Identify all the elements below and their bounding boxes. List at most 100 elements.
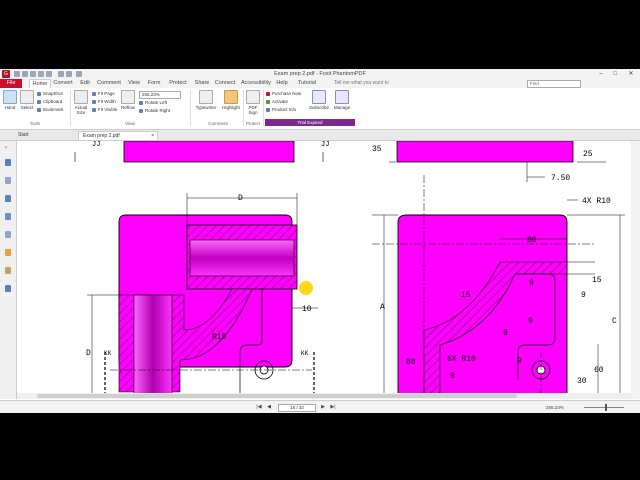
info-icon xyxy=(266,107,270,112)
snapshot-label: SnapShot xyxy=(43,91,63,96)
group-comment-label: Comment xyxy=(208,121,228,126)
engineering-drawing: JJ JJ 35 25 7.50 D D 10 R15 KK KK 4X R10… xyxy=(74,141,625,396)
fit-page-label: Fit Page xyxy=(98,91,115,96)
label-kk-right: KK xyxy=(301,350,309,357)
tab-accessibility[interactable]: Accessibility xyxy=(240,79,272,88)
tab-start[interactable]: Start xyxy=(14,131,78,139)
bookmark-label: Bookmark xyxy=(43,107,64,112)
fit-visible-label: Fit Visible xyxy=(98,107,118,112)
group-protect-label: Protect xyxy=(245,121,261,126)
page-number-input[interactable]: 18 / 32 xyxy=(278,404,316,412)
collapse-icon[interactable]: › xyxy=(5,145,11,152)
reflow-label: Reflow xyxy=(121,105,135,110)
signature-icon[interactable] xyxy=(5,285,11,292)
actual-size-button[interactable]: Actual Size xyxy=(73,90,89,115)
tab-exam-prep[interactable]: Exam prep 2.pdf × xyxy=(78,131,158,140)
hand-tool-button[interactable]: Hand xyxy=(2,90,18,110)
dim-9-f: 9 xyxy=(450,372,455,381)
cart-icon xyxy=(266,91,270,96)
tab-connect[interactable]: Connect xyxy=(214,79,236,88)
zoom-slider[interactable] xyxy=(584,407,624,408)
maximize-button[interactable]: □ xyxy=(608,70,622,78)
bookmark-icon xyxy=(37,107,41,112)
product-info-label: Product Info xyxy=(272,107,297,112)
tab-share[interactable]: Share xyxy=(193,79,211,88)
lock-icon[interactable] xyxy=(5,267,11,274)
ribbon-divider xyxy=(263,90,264,126)
next-page-button[interactable]: ▶ xyxy=(320,404,326,411)
minimize-button[interactable]: – xyxy=(594,70,608,78)
tab-form[interactable]: Form xyxy=(146,79,162,88)
dim-25: 25 xyxy=(583,150,593,159)
pen-icon xyxy=(246,90,260,104)
comments-icon[interactable] xyxy=(5,213,11,220)
rotate-right-button[interactable]: Rotate Right xyxy=(139,108,170,113)
layers-icon[interactable] xyxy=(5,195,11,202)
note-4x-r10: 4X R10 xyxy=(582,197,611,206)
fit-width-icon xyxy=(92,99,96,104)
highlight-icon xyxy=(224,90,238,104)
tab-help[interactable]: Help xyxy=(275,79,289,88)
dim-9-b: 9 xyxy=(581,291,586,300)
reflow-button[interactable]: Reflow xyxy=(120,90,136,110)
bookmark-button[interactable]: Bookmark xyxy=(37,107,63,112)
dim-a: A xyxy=(380,303,385,312)
dim-80-top: 80 xyxy=(527,236,537,245)
dim-30: 30 xyxy=(577,377,587,386)
close-tab-icon[interactable]: × xyxy=(151,132,154,140)
tab-file[interactable]: File xyxy=(0,79,22,88)
activate-button[interactable]: Activate xyxy=(266,99,288,104)
fit-visible-button[interactable]: Fit Visible xyxy=(92,107,117,112)
tab-convert[interactable]: Convert xyxy=(52,79,74,88)
tab-edit[interactable]: Edit xyxy=(78,79,92,88)
select-label: Select xyxy=(20,105,34,110)
first-page-button[interactable]: |◀ xyxy=(256,404,262,411)
security-icon[interactable] xyxy=(5,249,11,256)
zoom-slider-handle[interactable] xyxy=(605,404,607,411)
dim-80-left: 80 xyxy=(406,358,416,367)
actual-size-icon xyxy=(74,90,88,104)
highlight-label: Highlight xyxy=(222,105,240,110)
ribbon-divider xyxy=(70,90,71,126)
tab-view[interactable]: View xyxy=(126,79,142,88)
snapshot-button[interactable]: SnapShot xyxy=(37,91,63,96)
document-view[interactable]: JJ JJ 35 25 7.50 D D 10 R15 KK KK 4X R10… xyxy=(17,141,631,397)
product-info-button[interactable]: Product Info xyxy=(266,107,296,112)
pdf-sign-button[interactable]: PDF Sign xyxy=(245,90,261,115)
dim-15-curve: 15 xyxy=(461,291,471,300)
dim-9-c: 9 xyxy=(528,317,533,326)
bookmarks-icon[interactable] xyxy=(5,159,11,166)
clipboard-icon xyxy=(37,99,41,104)
tab-comment[interactable]: Comment xyxy=(95,79,123,88)
attachments-icon[interactable] xyxy=(5,231,11,238)
zoom-select[interactable]: 255.23% xyxy=(139,91,181,99)
section-view-left xyxy=(87,193,318,395)
vertical-scrollbar[interactable] xyxy=(631,141,640,399)
dim-9-e: 9 xyxy=(517,357,522,366)
tab-protect[interactable]: Protect xyxy=(166,79,190,88)
select-tool-button[interactable]: Select xyxy=(19,90,35,110)
purchase-now-button[interactable]: Purchase Now xyxy=(266,91,301,96)
last-page-button[interactable]: ▶| xyxy=(330,404,336,411)
typewriter-button[interactable]: Typewriter xyxy=(194,90,218,110)
clipboard-button[interactable]: Clipboard xyxy=(37,99,62,104)
horizontal-scrollbar[interactable] xyxy=(17,393,631,399)
find-input[interactable]: Find xyxy=(527,80,581,88)
document-tabs: Start Exam prep 2.pdf × xyxy=(0,130,640,141)
dim-9-d: 9 xyxy=(503,329,508,338)
tell-me-box[interactable]: Tell me what you want to xyxy=(334,80,389,86)
horizontal-scroll-thumb[interactable] xyxy=(37,394,517,398)
group-tools-label: Tools xyxy=(29,121,41,126)
top-view-left xyxy=(74,141,324,163)
dim-15-right: 15 xyxy=(592,276,602,285)
prev-page-button[interactable]: ◀ xyxy=(266,404,272,411)
highlight-button[interactable]: Highlight xyxy=(220,90,242,110)
fit-page-button[interactable]: Fit Page xyxy=(92,91,115,96)
pages-icon[interactable] xyxy=(5,177,11,184)
fit-width-button[interactable]: Fit Width xyxy=(92,99,116,104)
close-button[interactable]: ✕ xyxy=(624,70,638,78)
subscribe-button[interactable]: Subscribe xyxy=(308,90,330,110)
tab-tutorial[interactable]: Tutorial xyxy=(295,79,319,88)
rotate-left-button[interactable]: Rotate Left xyxy=(139,100,167,105)
manage-button[interactable]: Manage xyxy=(332,90,352,110)
